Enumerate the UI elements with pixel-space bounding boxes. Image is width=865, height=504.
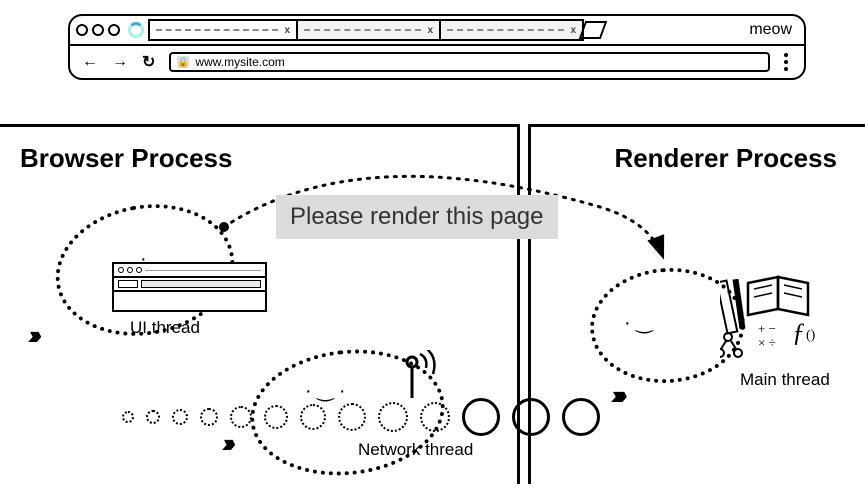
data-circle-icon: [378, 402, 408, 432]
motion-arrows-icon: ››››: [611, 380, 622, 411]
tab-background-1[interactable]: x: [296, 19, 441, 41]
tab-close-icon[interactable]: x: [570, 25, 576, 36]
ipc-message-label: Please render this page: [276, 195, 558, 239]
tab-background-2[interactable]: x: [439, 19, 584, 41]
mini-browser-icon: [112, 262, 267, 312]
tab-bar: x x x meow: [70, 16, 804, 46]
reload-button[interactable]: ↻: [142, 52, 155, 72]
data-circle-icon: [172, 409, 188, 425]
overflow-menu-button[interactable]: [784, 53, 792, 71]
close-window-dot[interactable]: [76, 24, 88, 36]
data-circle-icon: [122, 411, 134, 423]
main-thread-label: Main thread: [740, 370, 830, 390]
tab-close-icon[interactable]: x: [427, 25, 433, 36]
toolbar: ← → ↻ 🔒 www.mysite.com: [70, 46, 804, 78]
browser-process-title: Browser Process: [0, 127, 517, 190]
loading-spinner-icon: [128, 22, 144, 38]
data-circle-icon: [462, 398, 500, 436]
motion-arrows-icon: ›››: [28, 320, 36, 351]
back-button[interactable]: ←: [82, 53, 98, 71]
new-tab-button[interactable]: [579, 21, 608, 39]
address-bar[interactable]: 🔒 www.mysite.com: [169, 52, 770, 72]
main-thread-tools-icon: + − × ÷ ƒ (): [720, 275, 840, 367]
svg-text:× ÷: × ÷: [758, 335, 776, 350]
maximize-window-dot[interactable]: [108, 24, 120, 36]
data-circle-icon: [146, 410, 160, 424]
browser-brand: meow: [749, 21, 798, 39]
network-thread-label: Network thread: [358, 440, 473, 460]
lock-icon: 🔒: [177, 56, 189, 68]
renderer-process-title: Renderer Process: [531, 127, 865, 190]
svg-text:ƒ: ƒ: [792, 318, 805, 347]
url-text: www.mysite.com: [195, 55, 284, 69]
data-circle-icon: [200, 408, 218, 426]
tab-close-icon[interactable]: x: [284, 25, 290, 36]
ui-thread-label: UI thread: [130, 318, 200, 338]
data-circle-icon: [264, 405, 288, 429]
face-icon: · ‿: [624, 310, 652, 335]
data-circle-icon: [230, 406, 252, 428]
data-circle-icon: [338, 403, 366, 431]
tab-active[interactable]: x: [148, 19, 298, 41]
forward-button[interactable]: →: [112, 53, 128, 71]
data-circle-icon: [420, 402, 450, 432]
data-circle-icon: [512, 398, 550, 436]
data-circle-icon: [300, 404, 326, 430]
svg-text:+ −: + −: [758, 321, 776, 336]
browser-window: x x x meow ← → ↻ 🔒 www.mysite.com: [68, 14, 806, 80]
svg-text:(): (): [806, 328, 816, 343]
data-circle-icon: [562, 398, 600, 436]
data-stream: [0, 398, 608, 436]
window-controls[interactable]: [76, 24, 120, 36]
minimize-window-dot[interactable]: [92, 24, 104, 36]
